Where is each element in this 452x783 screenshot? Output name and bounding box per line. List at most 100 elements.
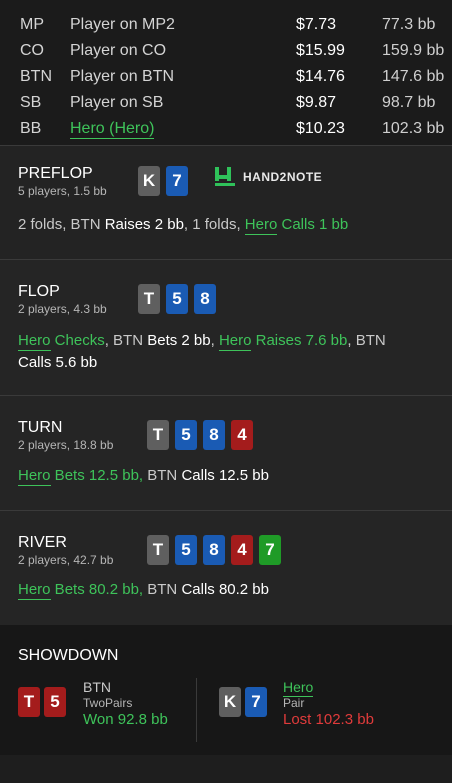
card: 7 [245, 687, 267, 717]
player-row: SB Player on SB $9.87 98.7 bb [0, 90, 452, 116]
flop-header: FLOP 2 players, 4.3 bb T 5 8 [18, 282, 434, 316]
player-position: SB [20, 94, 42, 111]
action-text: , BTN [347, 332, 386, 349]
river-actions: Hero Bets 80.2 bb, BTN Calls 80.2 bb [18, 579, 434, 601]
hero-hole-cards: K 7 [138, 166, 188, 196]
street-title: TURN [18, 419, 63, 436]
card: 8 [203, 420, 225, 450]
turn-section: TURN 2 players, 18.8 bb T 5 8 4 Hero Bet… [0, 396, 452, 511]
showdown-hand-rank: TwoPairs [83, 696, 133, 710]
hand2note-logo: HAND2NOTE [213, 166, 322, 188]
showdown-result: Lost 102.3 bb [283, 711, 374, 728]
player-row: BTN Player on BTN $14.76 147.6 bb [0, 64, 452, 90]
action-text: Calls 12.5 bb [181, 467, 269, 484]
player-stack-bb: 98.7 bb [382, 94, 436, 111]
hero-action: Calls 1 bb [277, 216, 349, 233]
card: T [18, 687, 40, 717]
card: 7 [166, 166, 188, 196]
preflop-actions: 2 folds, BTN Raises 2 bb, 1 folds, Hero … [18, 214, 434, 236]
showdown-player-hero: K 7 Hero Pair Lost 102.3 bb [219, 679, 374, 729]
card: 5 [175, 535, 197, 565]
showdown-info: Hero Pair Lost 102.3 bb [283, 679, 374, 729]
board-cards: T 5 8 4 7 [147, 535, 281, 565]
hero-link[interactable]: Hero [18, 467, 51, 486]
showdown-cards: K 7 [219, 687, 267, 729]
showdown-info: BTN TwoPairs Won 92.8 bb [83, 679, 168, 729]
player-name[interactable]: Player on BTN [70, 68, 296, 86]
player-stack-bb: 159.9 bb [382, 42, 445, 59]
hero-action: Checks [50, 332, 105, 349]
board-cards: T 5 8 [138, 284, 216, 314]
player-row: CO Player on CO $15.99 159.9 bb [0, 38, 452, 64]
card: 5 [175, 420, 197, 450]
showdown-player-name: Hero [283, 679, 374, 697]
street-subtitle: 2 players, 4.3 bb [18, 302, 107, 316]
card: T [147, 535, 169, 565]
player-stack-bb: 77.3 bb [382, 16, 436, 33]
flop-section: FLOP 2 players, 4.3 bb T 5 8 Hero Checks… [0, 260, 452, 396]
street-title: FLOP [18, 283, 60, 300]
player-stack-dollars: $7.73 [296, 16, 337, 33]
card: 8 [194, 284, 216, 314]
action-text: BTN [143, 467, 182, 484]
river-title-block: RIVER 2 players, 42.7 bb [18, 533, 147, 567]
action-text: , BTN [104, 332, 148, 349]
hero-action: Bets 80.2 bb, [50, 581, 144, 598]
card: T [138, 284, 160, 314]
player-name-hero[interactable]: Hero (Hero) [70, 120, 296, 139]
player-stack-bb: 102.3 bb [382, 120, 445, 137]
card: 5 [44, 687, 66, 717]
hero-link[interactable]: Hero [18, 332, 51, 351]
action-text: , [210, 332, 219, 349]
logo-text: HAND2NOTE [243, 170, 323, 184]
showdown-cards: T 5 [18, 687, 66, 729]
player-position: BB [20, 120, 42, 137]
action-text: Calls 80.2 bb [181, 581, 269, 598]
player-position: BTN [20, 68, 52, 85]
players-table: MP Player on MP2 $7.73 77.3 bb CO Player… [0, 0, 452, 146]
street-subtitle: 5 players, 1.5 bb [18, 184, 107, 198]
river-header: RIVER 2 players, 42.7 bb T 5 8 4 7 [18, 533, 434, 567]
hero-link[interactable]: Hero (Hero) [70, 120, 155, 139]
player-stack-bb: 147.6 bb [382, 68, 445, 85]
showdown-player-name: BTN [83, 679, 111, 695]
showdown-hand-rank: Pair [283, 696, 305, 710]
hero-link[interactable]: Hero [18, 581, 51, 600]
player-name[interactable]: Player on CO [70, 42, 296, 60]
action-text: Bets 2 bb [147, 332, 211, 349]
street-subtitle: 2 players, 18.8 bb [18, 438, 114, 452]
flop-actions: Hero Checks, BTN Bets 2 bb, Hero Raises … [18, 330, 434, 374]
showdown-section: SHOWDOWN T 5 BTN TwoPairs Won 92.8 bb K … [0, 625, 452, 755]
street-subtitle: 2 players, 42.7 bb [18, 553, 114, 567]
hero-link[interactable]: Hero [283, 679, 314, 697]
player-stack-dollars: $15.99 [296, 42, 345, 59]
player-stack-dollars: $10.23 [296, 120, 345, 137]
action-text: BTN [143, 581, 182, 598]
street-title: RIVER [18, 534, 67, 551]
river-section: RIVER 2 players, 42.7 bb T 5 8 4 7 Hero … [0, 511, 452, 625]
player-name[interactable]: Player on SB [70, 94, 296, 112]
showdown-title: SHOWDOWN [18, 647, 119, 664]
player-row: MP Player on MP2 $7.73 77.3 bb [0, 12, 452, 38]
board-cards: T 5 8 4 [147, 420, 253, 450]
preflop-title-block: PREFLOP 5 players, 1.5 bb [18, 164, 138, 198]
card: T [147, 420, 169, 450]
card: 5 [166, 284, 188, 314]
hero-action: Raises 7.6 bb [251, 332, 348, 349]
hand2note-logo-icon [215, 167, 235, 186]
card: 7 [259, 535, 281, 565]
turn-header: TURN 2 players, 18.8 bb T 5 8 4 [18, 418, 434, 452]
turn-actions: Hero Bets 12.5 bb, BTN Calls 12.5 bb [18, 465, 434, 487]
hero-link[interactable]: Hero [218, 332, 252, 351]
player-name[interactable]: Player on MP2 [70, 16, 296, 34]
showdown-player-btn: T 5 BTN TwoPairs Won 92.8 bb [18, 679, 168, 729]
card: K [219, 687, 241, 717]
player-position: CO [20, 42, 44, 59]
showdown-result: Won 92.8 bb [83, 711, 168, 728]
card: 8 [203, 535, 225, 565]
hero-link[interactable]: Hero [244, 216, 278, 235]
player-stack-dollars: $9.87 [296, 94, 337, 111]
card: K [138, 166, 160, 196]
action-text: 2 folds, BTN [18, 216, 105, 233]
turn-title-block: TURN 2 players, 18.8 bb [18, 418, 147, 452]
